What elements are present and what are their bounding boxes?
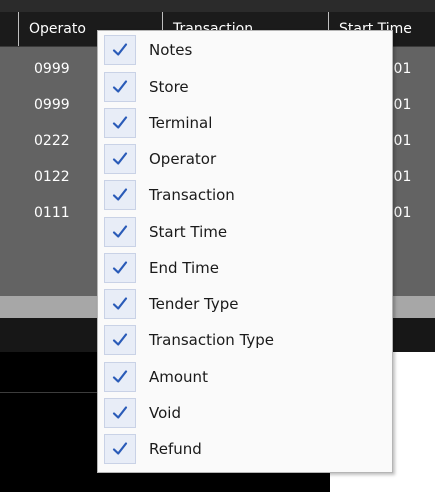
checkmark-icon: [104, 253, 136, 283]
menu-item-operator[interactable]: Operator: [98, 141, 392, 177]
menu-item-void[interactable]: Void: [98, 395, 392, 431]
operator-cell: 0222: [34, 133, 70, 149]
menu-item-label: Terminal: [149, 114, 213, 132]
column-chooser-menu: Notes Store Terminal Operator Transactio…: [97, 30, 393, 473]
operator-cell: 0122: [34, 169, 70, 185]
menu-item-label: Transaction: [149, 186, 235, 204]
menu-item-label: Operator: [149, 150, 217, 168]
menu-item-label: Transaction Type: [149, 331, 275, 349]
checkmark-icon: [104, 72, 136, 102]
menu-item-label: Void: [149, 404, 181, 422]
menu-item-end-time[interactable]: End Time: [98, 250, 392, 286]
menu-item-label: Start Time: [149, 223, 228, 241]
menu-item-store[interactable]: Store: [98, 69, 392, 105]
checkmark-icon: [104, 434, 136, 464]
menu-item-amount[interactable]: Amount: [98, 359, 392, 395]
menu-item-label: Notes: [149, 41, 193, 59]
checkmark-icon: [104, 325, 136, 355]
checkmark-icon: [104, 180, 136, 210]
menu-item-label: End Time: [149, 259, 219, 277]
checkmark-icon: [104, 217, 136, 247]
menu-item-transaction[interactable]: Transaction: [98, 177, 392, 213]
checkmark-icon: [104, 289, 136, 319]
checkmark-icon: [104, 108, 136, 138]
grid-top-strip: [0, 0, 435, 12]
menu-item-label: Refund: [149, 440, 202, 458]
checkmark-icon: [104, 362, 136, 392]
menu-item-label: Tender Type: [149, 295, 239, 313]
menu-item-notes[interactable]: Notes: [98, 32, 392, 68]
menu-item-label: Amount: [149, 368, 208, 386]
menu-item-tender-type[interactable]: Tender Type: [98, 286, 392, 322]
menu-item-refund[interactable]: Refund: [98, 431, 392, 467]
operator-cell: 0999: [34, 61, 70, 77]
operator-cell: 0111: [34, 205, 70, 221]
checkmark-icon: [104, 398, 136, 428]
menu-item-terminal[interactable]: Terminal: [98, 105, 392, 141]
menu-item-start-time[interactable]: Start Time: [98, 214, 392, 250]
checkmark-icon: [104, 35, 136, 65]
menu-item-label: Store: [149, 78, 189, 96]
operator-cell: 0999: [34, 97, 70, 113]
menu-item-transaction-type[interactable]: Transaction Type: [98, 322, 392, 358]
checkmark-icon: [104, 144, 136, 174]
